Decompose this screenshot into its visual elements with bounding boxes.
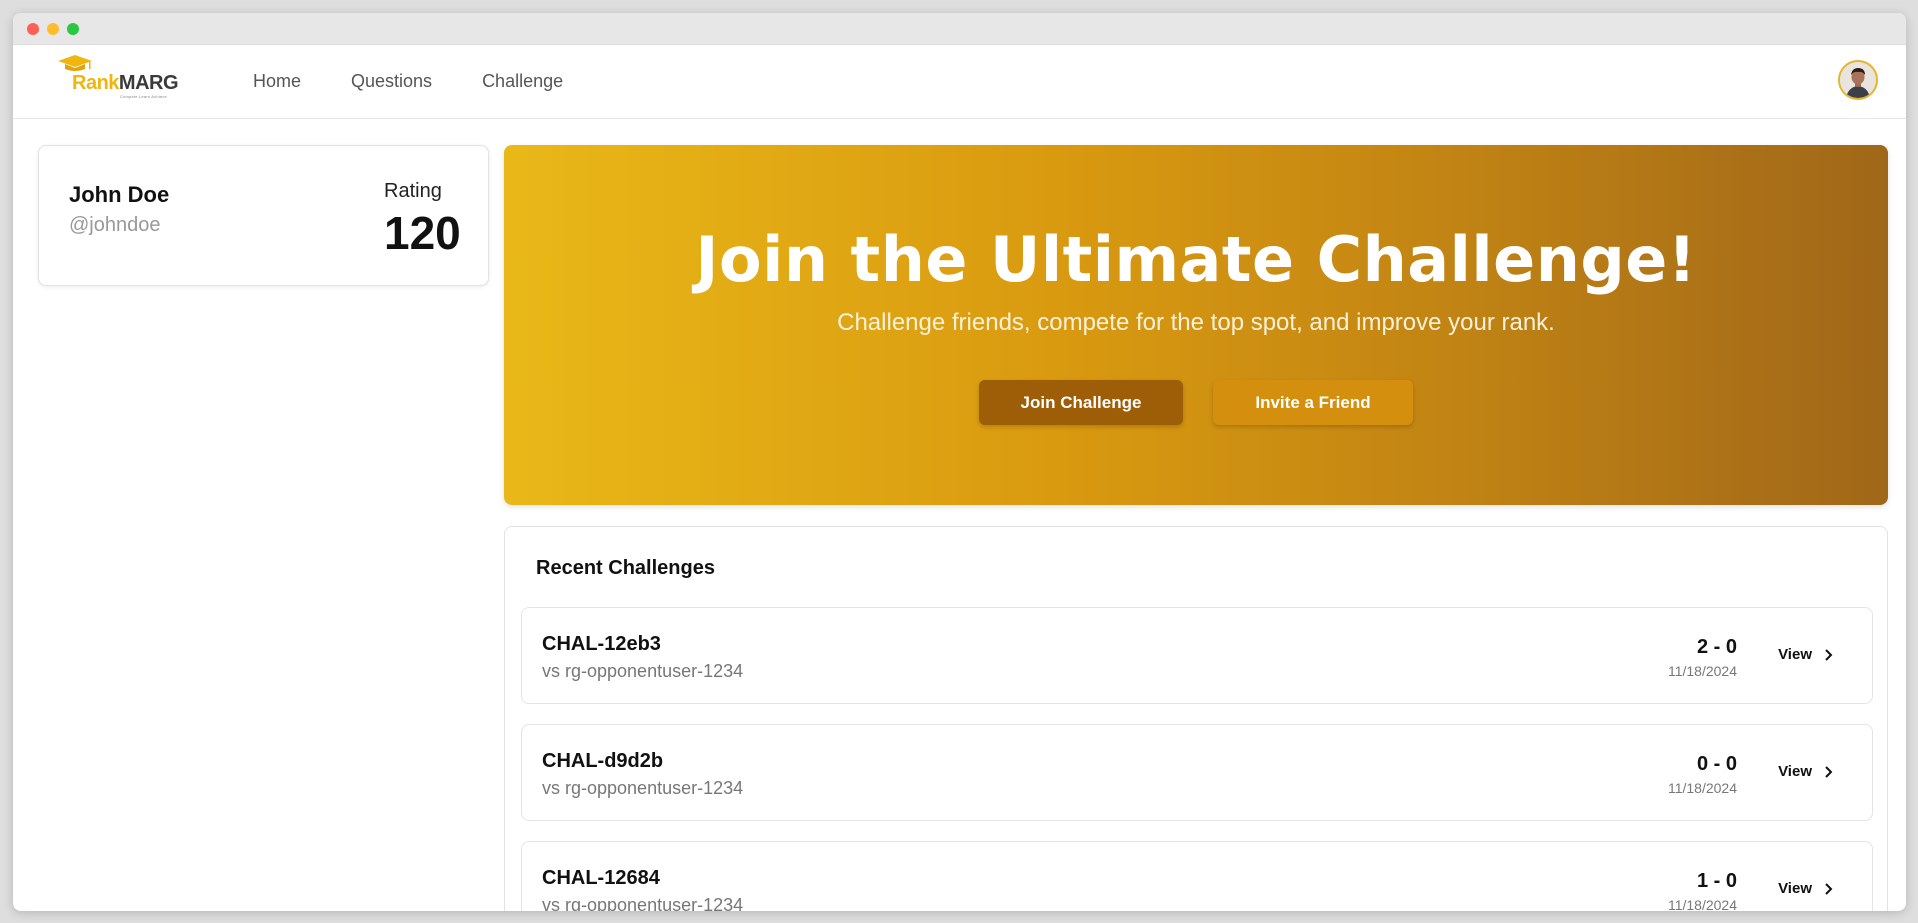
logo-text-marg: MARG [118, 72, 179, 94]
challenge-row[interactable]: CHAL-12eb3 vs rg-opponentuser-1234 2 - 0… [521, 607, 1873, 704]
profile-handle: @johndoe [69, 214, 161, 236]
nav-links: Home Questions Challenge [253, 71, 563, 92]
hero-buttons: Join Challenge Invite a Friend [504, 380, 1888, 425]
chevron-right-icon [1825, 882, 1833, 895]
graduation-cap-icon [58, 55, 92, 71]
join-challenge-button[interactable]: Join Challenge [979, 380, 1183, 425]
challenge-opponent: vs rg-opponentuser-1234 [542, 778, 744, 798]
browser-window: Rank MARG Compete Learn Achieve Home Ques… [13, 13, 1906, 911]
rankmarg-logo[interactable]: Rank MARG Compete Learn Achieve [58, 55, 183, 99]
challenge-opponent: vs rg-opponentuser-1234 [542, 661, 744, 681]
avatar-portrait-icon [1840, 62, 1876, 98]
invite-friend-button[interactable]: Invite a Friend [1213, 380, 1413, 425]
profile-card: John Doe @johndoe Rating 120 [38, 145, 489, 286]
window-titlebar [13, 13, 1906, 45]
challenge-score: 1 - 0 [1696, 870, 1737, 892]
profile-name: John Doe [69, 182, 170, 207]
hero-subtitle: Challenge friends, compete for the top s… [837, 309, 1555, 336]
view-challenge-button[interactable]: View [1778, 880, 1834, 897]
view-label: View [1778, 646, 1812, 663]
nav-home-link[interactable]: Home [253, 71, 301, 92]
challenge-score: 0 - 0 [1696, 753, 1737, 775]
rating-label: Rating [384, 180, 442, 202]
nav-questions-link[interactable]: Questions [351, 71, 432, 92]
rating-value: 120 [384, 207, 461, 259]
challenge-id: CHAL-12684 [542, 867, 660, 889]
challenge-score: 2 - 0 [1696, 636, 1737, 658]
view-challenge-button[interactable]: View [1778, 763, 1834, 780]
logo-text-rank: Rank [72, 72, 119, 94]
main-content: John Doe @johndoe Rating 120 Join the Ul… [13, 119, 1906, 911]
challenge-hero-banner: Join the Ultimate Challenge! Challenge f… [504, 145, 1888, 505]
close-window-button[interactable] [27, 22, 39, 35]
challenge-row[interactable]: CHAL-12684 vs rg-opponentuser-1234 1 - 0… [521, 841, 1873, 911]
challenge-date: 11/18/2024 [1667, 663, 1737, 679]
top-navbar: Rank MARG Compete Learn Achieve Home Ques… [13, 45, 1906, 119]
user-avatar[interactable] [1838, 60, 1878, 100]
challenge-date: 11/18/2024 [1667, 897, 1737, 911]
recent-challenges-title: Recent Challenges [536, 557, 715, 579]
challenge-id: CHAL-d9d2b [542, 750, 664, 772]
challenge-row[interactable]: CHAL-d9d2b vs rg-opponentuser-1234 0 - 0… [521, 724, 1873, 821]
view-label: View [1778, 880, 1812, 897]
challenge-date: 11/18/2024 [1667, 780, 1737, 796]
nav-challenge-link[interactable]: Challenge [482, 71, 563, 92]
challenge-id: CHAL-12eb3 [542, 633, 661, 655]
maximize-window-button[interactable] [67, 22, 79, 35]
view-label: View [1778, 763, 1812, 780]
challenge-opponent: vs rg-opponentuser-1234 [542, 895, 744, 911]
chevron-right-icon [1825, 648, 1833, 661]
minimize-window-button[interactable] [47, 22, 59, 35]
hero-title: Join the Ultimate Challenge! [695, 223, 1697, 296]
recent-challenges-panel: Recent Challenges CHAL-12eb3 vs rg-oppon… [504, 526, 1888, 911]
chevron-right-icon [1825, 765, 1833, 778]
view-challenge-button[interactable]: View [1778, 646, 1834, 663]
